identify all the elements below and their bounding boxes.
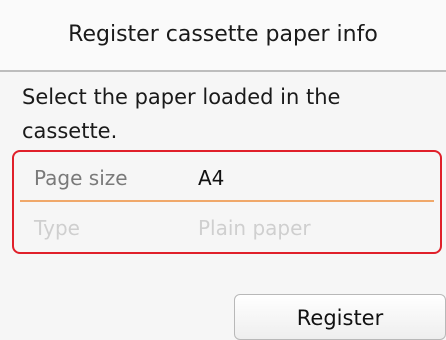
paper-settings-box: Page size A4 Type Plain paper (12, 150, 442, 254)
page-size-row[interactable]: Page size A4 (20, 156, 434, 200)
page-size-value: A4 (198, 166, 225, 190)
header-bar: Register cassette paper info (0, 0, 446, 72)
type-value: Plain paper (198, 216, 311, 240)
page-title: Register cassette paper info (68, 22, 378, 47)
page-size-label: Page size (34, 166, 128, 190)
instruction-message: Select the paper loaded in the cassette. (22, 85, 341, 143)
row-divider (20, 200, 434, 202)
type-row: Type Plain paper (20, 206, 434, 250)
register-button[interactable]: Register (234, 294, 446, 340)
printer-screen: Register cassette paper info Select the … (0, 0, 446, 340)
type-label: Type (34, 216, 80, 240)
